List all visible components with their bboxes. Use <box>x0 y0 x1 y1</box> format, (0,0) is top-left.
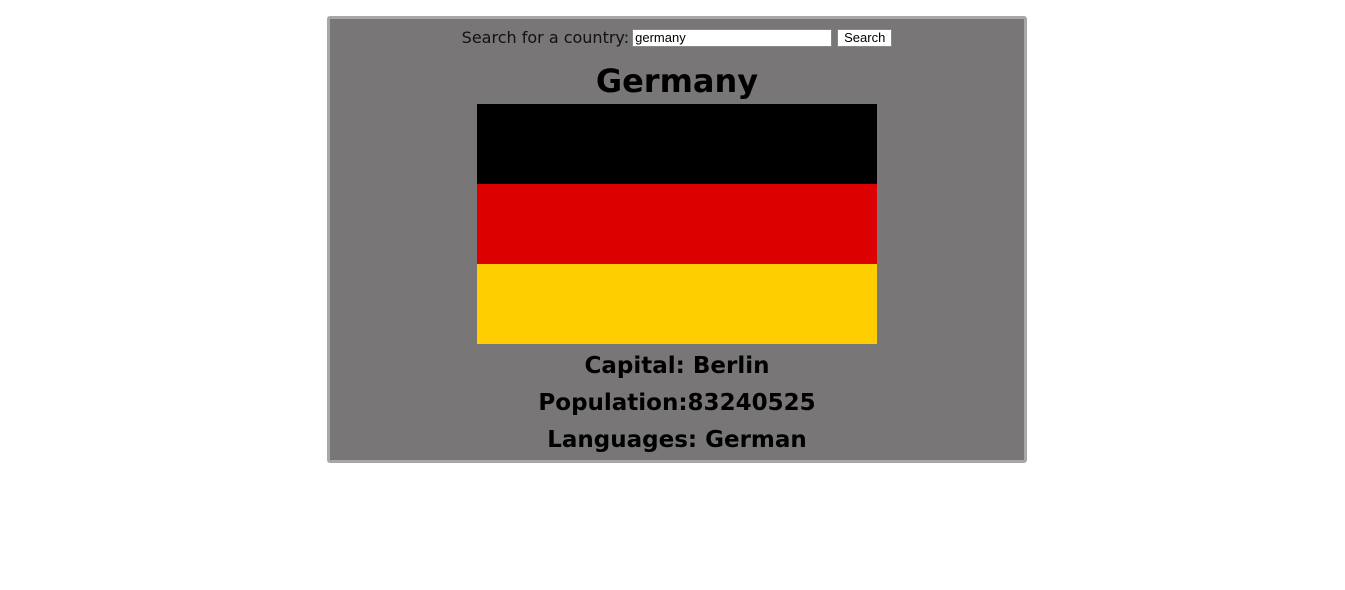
country-flag <box>477 104 877 344</box>
search-label: Search for a country: <box>461 28 630 47</box>
flag-stripe-middle <box>477 184 877 264</box>
population-text: Population:83240525 <box>538 390 816 416</box>
search-input[interactable] <box>632 28 833 47</box>
languages-text: Languages: German <box>547 427 807 453</box>
flag-stripe-top <box>477 104 877 184</box>
country-name: Germany <box>595 62 759 100</box>
search-bar: Search for a country: Search <box>330 28 1024 47</box>
flag-stripe-bottom <box>477 264 877 344</box>
country-card: Search for a country: Search Germany Cap… <box>327 16 1027 463</box>
search-button[interactable]: Search <box>837 28 893 47</box>
capital-text: Capital: Berlin <box>584 353 770 379</box>
